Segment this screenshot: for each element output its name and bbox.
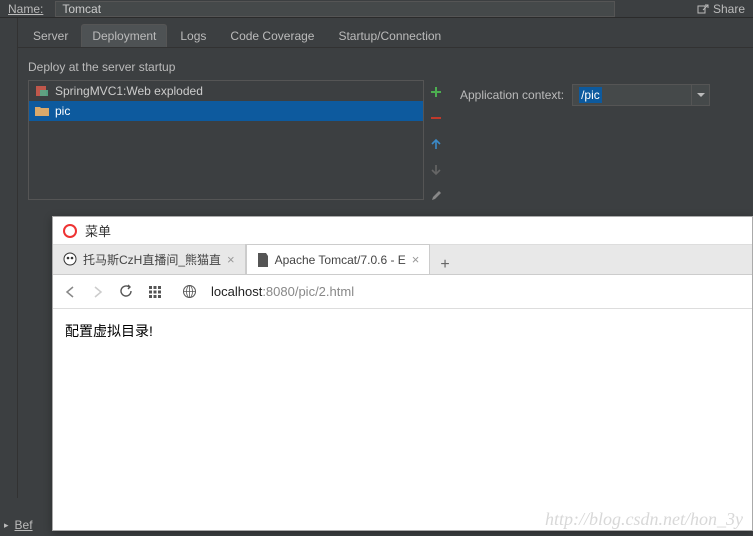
archive-icon (35, 84, 49, 98)
triangle-right-icon: ▸ (4, 520, 9, 531)
bottom-toggle[interactable]: ▸ Bef (4, 518, 33, 532)
add-button[interactable] (428, 84, 444, 100)
reload-icon (119, 284, 134, 299)
tab-logs[interactable]: Logs (169, 24, 217, 47)
artifact-row[interactable]: SpringMVC1:Web exploded (29, 81, 423, 101)
artifact-label: pic (55, 104, 70, 118)
chevron-right-icon (91, 285, 105, 299)
context-input[interactable]: /pic (572, 84, 692, 106)
close-tab-button[interactable]: × (412, 252, 420, 267)
move-up-button[interactable] (428, 136, 444, 152)
share-icon (697, 3, 709, 15)
browser-tab-label: Apache Tomcat/7.0.6 - E (275, 253, 406, 267)
reload-button[interactable] (119, 284, 134, 299)
browser-menu-label[interactable]: 菜单 (85, 221, 111, 240)
chevron-left-icon (63, 285, 77, 299)
artifact-list[interactable]: SpringMVC1:Web exploded pic (28, 80, 424, 200)
name-input[interactable] (55, 1, 615, 17)
minus-icon (430, 112, 442, 124)
favicon-icon (63, 252, 77, 266)
url-path: :8080/pic/2.html (262, 284, 354, 299)
edit-button[interactable] (428, 188, 444, 204)
browser-window: 菜单 托马斯CzH直播间_熊猫直×Apache Tomcat/7.0.6 - E… (52, 216, 753, 531)
move-down-button[interactable] (428, 162, 444, 178)
site-info-button[interactable] (182, 284, 197, 299)
back-button[interactable] (63, 285, 77, 299)
artifact-label: SpringMVC1:Web exploded (55, 84, 203, 98)
url-host: localhost (211, 284, 262, 299)
artifact-row[interactable]: pic (29, 101, 423, 121)
browser-tab[interactable]: Apache Tomcat/7.0.6 - E × (246, 244, 431, 274)
browser-tab-label: 托马斯CzH直播间_熊猫直 (83, 251, 221, 268)
url-bar[interactable]: localhost:8080/pic/2.html (211, 284, 742, 299)
plus-icon (430, 86, 442, 98)
new-tab-button[interactable]: + (430, 256, 459, 274)
pencil-icon (430, 190, 442, 202)
remove-button[interactable] (428, 110, 444, 126)
favicon-icon (257, 253, 269, 267)
speed-dial-button[interactable] (148, 285, 162, 299)
forward-button[interactable] (91, 285, 105, 299)
tab-code-coverage[interactable]: Code Coverage (219, 24, 325, 47)
opera-icon (63, 224, 77, 238)
chevron-down-icon (697, 93, 705, 98)
share-label: Share (713, 2, 745, 16)
folder-icon (35, 104, 49, 118)
deploy-section-label: Deploy at the server startup (28, 60, 743, 74)
left-gutter (0, 18, 18, 498)
arrow-down-icon (430, 164, 442, 176)
tab-server[interactable]: Server (22, 24, 79, 47)
arrow-up-icon (430, 138, 442, 150)
page-content: 配置虚拟目录! (53, 309, 752, 353)
tab-deployment[interactable]: Deployment (81, 24, 167, 47)
browser-tab[interactable]: 托马斯CzH直播间_熊猫直 × (53, 244, 246, 274)
context-label: Application context: (460, 84, 564, 102)
grid-icon (148, 285, 162, 299)
close-tab-button[interactable]: × (227, 252, 235, 267)
globe-icon (182, 284, 197, 299)
name-label: Name: (8, 2, 43, 16)
bottom-label: Bef (15, 518, 33, 532)
context-dropdown[interactable] (692, 84, 710, 106)
share-button[interactable]: Share (697, 2, 745, 16)
tab-startup-connection[interactable]: Startup/Connection (327, 24, 452, 47)
config-tabs: ServerDeploymentLogsCode CoverageStartup… (18, 18, 753, 48)
